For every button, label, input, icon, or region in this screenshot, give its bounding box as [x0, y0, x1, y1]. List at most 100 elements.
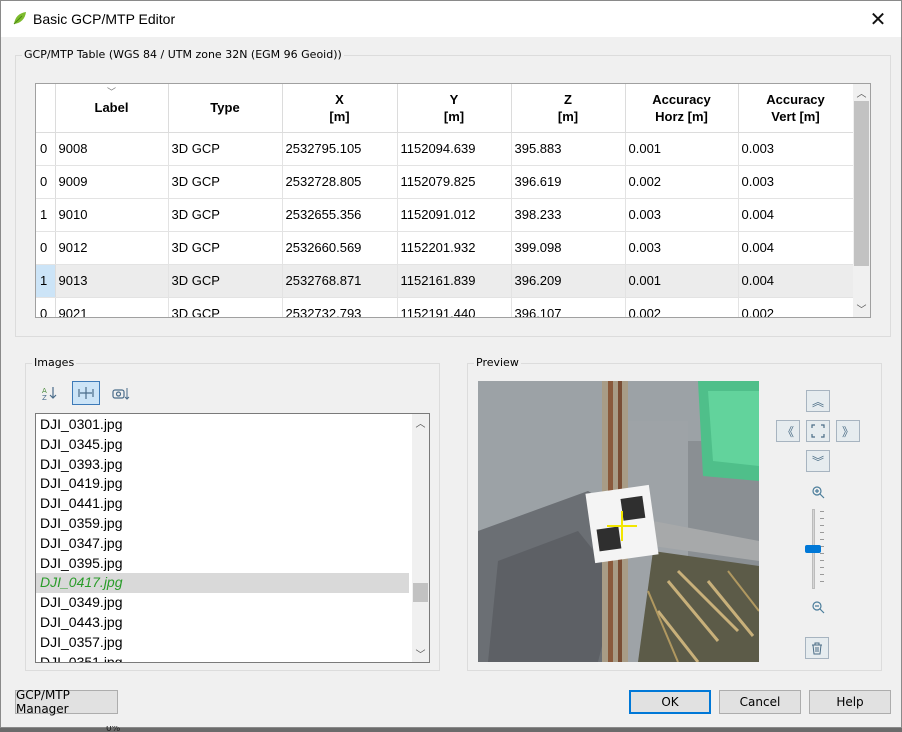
row-number-cell[interactable]: 0	[36, 297, 56, 317]
scroll-down-icon[interactable]: ﹀	[853, 300, 870, 317]
preview-image[interactable]	[478, 381, 759, 662]
type-cell[interactable]: 3D GCP	[168, 297, 283, 317]
image-list-item[interactable]: DJI_0301.jpg	[36, 415, 409, 435]
images-list[interactable]: DJI_0301.jpg DJI_0345.jpg DJI_0393.jpg DJI_…	[35, 413, 430, 663]
gcp-mtp-manager-button[interactable]: GCP/MTP Manager	[15, 688, 118, 716]
images-scroll-up-icon[interactable]: ︿	[412, 414, 429, 431]
accuracy-horz-cell[interactable]: 0.002	[625, 165, 739, 199]
table-row[interactable]: 1 9010 3D GCP 2532655.356 1152091.012 398.233…	[36, 198, 854, 232]
accuracy-vert-cell[interactable]: 0.004	[738, 231, 854, 265]
row-number-cell[interactable]: 0	[36, 165, 56, 199]
accuracy-vert-cell[interactable]: 0.003	[738, 132, 854, 166]
z-cell[interactable]: 399.098	[511, 231, 626, 265]
image-list-item[interactable]: DJI_0349.jpg	[36, 593, 409, 613]
y-cell[interactable]: 1152079.825	[397, 165, 512, 199]
x-cell[interactable]: 2532768.871	[282, 264, 398, 298]
table-scrollbar[interactable]: ︿ ﹀	[853, 84, 870, 317]
image-list-item[interactable]: DJI_0417.jpg	[36, 573, 409, 594]
label-cell[interactable]: 9021	[55, 297, 169, 317]
delete-mark-button[interactable]	[805, 637, 829, 659]
pan-left-button[interactable]: 《	[776, 420, 800, 442]
type-cell[interactable]: 3D GCP	[168, 264, 283, 298]
x-cell[interactable]: 2532795.105	[282, 132, 398, 166]
accuracy-horz-cell[interactable]: 0.001	[625, 264, 739, 298]
zoom-slider-handle[interactable]	[805, 545, 821, 553]
label-cell[interactable]: 9009	[55, 165, 169, 199]
column-header-z[interactable]: Z [m]	[511, 84, 626, 133]
y-cell[interactable]: 1152191.440	[397, 297, 512, 317]
images-scroll-down-icon[interactable]: ﹀	[412, 645, 429, 662]
table-row[interactable]: 0 9008 3D GCP 2532795.105 1152094.639 395.883…	[36, 132, 854, 166]
type-cell[interactable]: 3D GCP	[168, 231, 283, 265]
row-number-cell[interactable]: 1	[36, 264, 56, 298]
image-list-item[interactable]: DJI_0395.jpg	[36, 554, 409, 574]
image-list-item[interactable]: DJI_0345.jpg	[36, 435, 409, 455]
table-row[interactable]: 1 9013 3D GCP 2532768.871 1152161.839 396.209…	[36, 264, 854, 298]
x-cell[interactable]: 2532655.356	[282, 198, 398, 232]
gcp-table[interactable]: ﹀ Label Type X [m] Y [m] Z [m] Accuracy Horz …	[35, 83, 871, 318]
column-header-label[interactable]: ﹀ Label	[55, 84, 169, 133]
pan-down-button[interactable]: ︾	[806, 450, 830, 472]
column-header-x[interactable]: X [m]	[282, 84, 398, 133]
column-header-accuracy-vert[interactable]: Accuracy Vert [m]	[738, 84, 854, 133]
image-list-item[interactable]: DJI_0419.jpg	[36, 474, 409, 494]
accuracy-horz-cell[interactable]: 0.001	[625, 132, 739, 166]
images-scrollbar[interactable]: ︿ ﹀	[412, 414, 429, 662]
y-cell[interactable]: 1152091.012	[397, 198, 512, 232]
y-cell[interactable]: 1152094.639	[397, 132, 512, 166]
zoom-out-icon[interactable]	[810, 599, 826, 615]
label-cell[interactable]: 9013	[55, 264, 169, 298]
image-list-item[interactable]: DJI_0347.jpg	[36, 534, 409, 554]
row-number-cell[interactable]: 0	[36, 231, 56, 265]
center-gcp-button[interactable]	[72, 381, 100, 405]
accuracy-horz-cell[interactable]: 0.002	[625, 297, 739, 317]
label-cell[interactable]: 9010	[55, 198, 169, 232]
scroll-up-icon[interactable]: ︿	[853, 84, 870, 101]
table-scroll-thumb[interactable]	[854, 101, 869, 266]
z-cell[interactable]: 398.233	[511, 198, 626, 232]
zoom-slider[interactable]	[805, 509, 829, 589]
help-button[interactable]: Help	[809, 690, 891, 714]
x-cell[interactable]: 2532732.793	[282, 297, 398, 317]
accuracy-vert-cell[interactable]: 0.004	[738, 264, 854, 298]
row-number-cell[interactable]: 0	[36, 132, 56, 166]
accuracy-vert-cell[interactable]: 0.003	[738, 165, 854, 199]
ok-button[interactable]: OK	[629, 690, 711, 714]
y-cell[interactable]: 1152161.839	[397, 264, 512, 298]
pan-up-button[interactable]: ︽	[806, 390, 830, 412]
x-cell[interactable]: 2532728.805	[282, 165, 398, 199]
z-cell[interactable]: 396.107	[511, 297, 626, 317]
image-list-item[interactable]: DJI_0443.jpg	[36, 613, 409, 633]
accuracy-vert-cell[interactable]: 0.004	[738, 198, 854, 232]
images-scroll-thumb[interactable]	[413, 583, 428, 602]
image-list-item[interactable]: DJI_0393.jpg	[36, 455, 409, 475]
cancel-button[interactable]: Cancel	[719, 690, 801, 714]
type-cell[interactable]: 3D GCP	[168, 198, 283, 232]
image-list-item[interactable]: DJI_0359.jpg	[36, 514, 409, 534]
row-number-cell[interactable]: 1	[36, 198, 56, 232]
z-cell[interactable]: 396.209	[511, 264, 626, 298]
accuracy-horz-cell[interactable]: 0.003	[625, 198, 739, 232]
type-cell[interactable]: 3D GCP	[168, 132, 283, 166]
table-row[interactable]: 0 9009 3D GCP 2532728.805 1152079.825 396.619…	[36, 165, 854, 199]
x-cell[interactable]: 2532660.569	[282, 231, 398, 265]
pan-right-button[interactable]: 》	[836, 420, 860, 442]
y-cell[interactable]: 1152201.932	[397, 231, 512, 265]
zoom-in-icon[interactable]	[810, 484, 826, 500]
image-list-item[interactable]: DJI_0357.jpg	[36, 633, 409, 653]
type-cell[interactable]: 3D GCP	[168, 165, 283, 199]
image-list-item[interactable]: DJI_0441.jpg	[36, 494, 409, 514]
accuracy-vert-cell[interactable]: 0.002	[738, 297, 854, 317]
table-row[interactable]: 0 9012 3D GCP 2532660.569 1152201.932 399.098…	[36, 231, 854, 265]
sort-alpha-button[interactable]: A Z	[37, 382, 63, 404]
column-header-accuracy-horz[interactable]: Accuracy Horz [m]	[625, 84, 739, 133]
column-header-y[interactable]: Y [m]	[397, 84, 512, 133]
column-header-type[interactable]: Type	[168, 84, 283, 133]
z-cell[interactable]: 396.619	[511, 165, 626, 199]
label-cell[interactable]: 9012	[55, 231, 169, 265]
fit-view-button[interactable]	[806, 420, 830, 442]
table-row[interactable]: 0 9021 3D GCP 2532732.793 1152191.440 396.107…	[36, 297, 854, 317]
label-cell[interactable]: 9008	[55, 132, 169, 166]
image-list-item[interactable]: DJI_0351.jpg	[36, 653, 409, 662]
z-cell[interactable]: 395.883	[511, 132, 626, 166]
